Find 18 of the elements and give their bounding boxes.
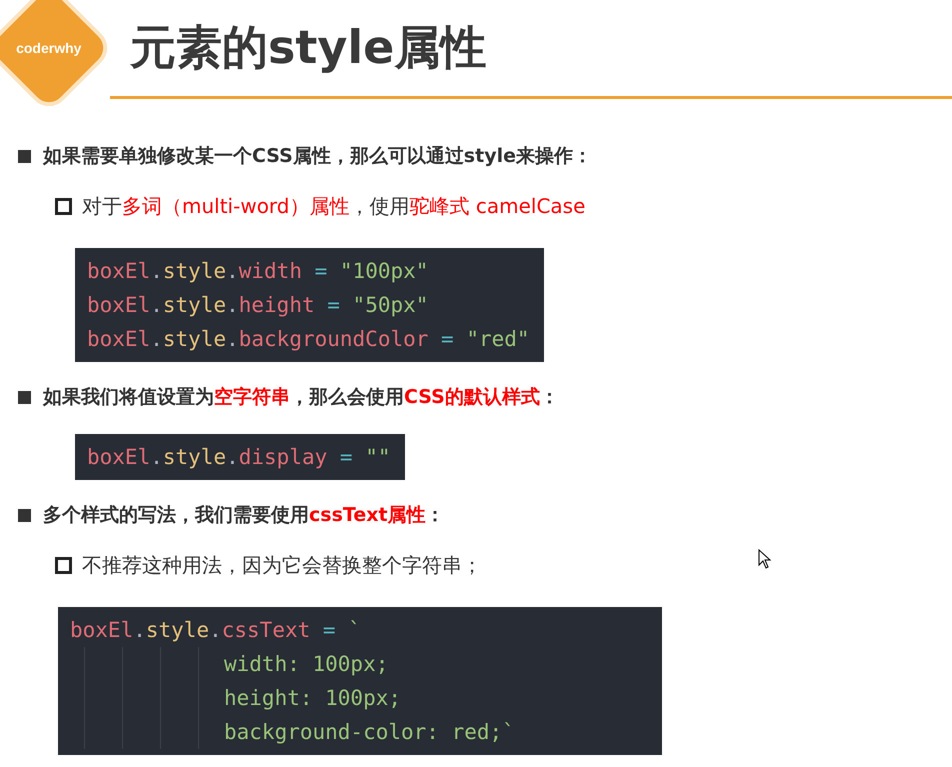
code-line: boxEl.style.backgroundColor = "red" <box>87 326 530 353</box>
filled-square-bullet-icon <box>18 390 31 404</box>
logo-badge: coderwhy <box>0 0 110 109</box>
bullet-text: 对于多词（multi-word）属性，使用驼峰式 camelCase <box>82 193 586 220</box>
code-line: boxEl.style.height = "50px" <box>87 292 428 319</box>
bullet-text: 如果需要单独修改某一个CSS属性，那么可以通过style来操作： <box>43 144 592 169</box>
filled-square-bullet-icon <box>18 150 31 162</box>
code-line: boxEl.style.display = "" <box>87 444 390 471</box>
mouse-pointer-icon <box>758 549 772 569</box>
hollow-square-bullet-icon <box>55 198 72 215</box>
slide-title: 元素的style属性 <box>130 19 486 76</box>
hollow-square-bullet-icon <box>55 557 72 574</box>
bullet-text: 不推荐这种用法，因为它会替换整个字符串； <box>82 552 482 579</box>
bullet-text: 如果我们将值设置为空字符串，那么会使用CSS的默认样式： <box>43 385 559 410</box>
code-line: boxEl.style.width = "100px" <box>87 258 428 285</box>
code-line: boxEl.style.cssText = ` <box>70 617 361 644</box>
bullet-text: 多个样式的写法，我们需要使用cssText属性： <box>43 503 445 528</box>
filled-square-bullet-icon <box>18 508 31 522</box>
